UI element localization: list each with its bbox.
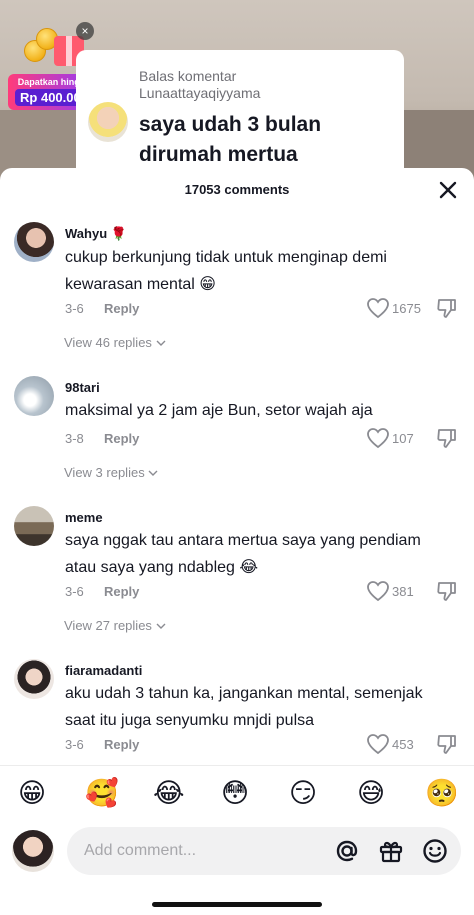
- avatar[interactable]: [14, 506, 54, 546]
- view-replies-label: View 27 replies: [64, 618, 152, 633]
- heart-icon[interactable]: [366, 297, 390, 319]
- comment-date: 3-6: [65, 301, 84, 316]
- heart-icon[interactable]: [366, 580, 390, 602]
- comment-text: aku udah 3 tahun ka, jangankan mental, s…: [65, 685, 423, 729]
- reply-card-header: Balas komentar: [139, 68, 237, 84]
- avatar[interactable]: [14, 376, 54, 416]
- emoji-hearts-button[interactable]: 🥰: [85, 778, 119, 808]
- comment-date: 3-6: [65, 584, 84, 599]
- reply-card-text: saya udah 3 bulan dirumah mertua: [139, 113, 322, 166]
- comment-input-placeholder: Add comment...: [84, 842, 197, 859]
- avatar: [12, 830, 54, 872]
- reply-button[interactable]: Reply: [104, 431, 139, 446]
- comment-username[interactable]: fiaramadanti: [65, 663, 142, 678]
- emoji-grin-button[interactable]: 😁: [18, 778, 46, 808]
- comment-username[interactable]: Wahyu 🌹: [65, 226, 127, 242]
- like-count: 107: [392, 431, 414, 446]
- home-indicator: [152, 902, 322, 907]
- heart-icon[interactable]: [366, 733, 390, 755]
- view-replies-label: View 3 replies: [64, 465, 145, 480]
- emoji-pleading-button[interactable]: 🥺: [425, 778, 459, 808]
- reply-card-avatar: [88, 102, 128, 142]
- at-icon[interactable]: [333, 837, 361, 865]
- heart-icon[interactable]: [366, 427, 390, 449]
- reply-button[interactable]: Reply: [104, 737, 139, 752]
- emoji-smirk-button[interactable]: 😏: [289, 778, 317, 808]
- reward-close-button[interactable]: ×: [76, 22, 94, 40]
- view-replies-button[interactable]: View 3 replies: [64, 465, 158, 480]
- like-count: 381: [392, 584, 414, 599]
- avatar[interactable]: [14, 222, 54, 262]
- view-replies-label: View 46 replies: [64, 335, 152, 350]
- comment-text: maksimal ya 2 jam aje Bun, setor wajah a…: [65, 402, 373, 419]
- thumbs-down-icon[interactable]: [436, 733, 458, 755]
- thumbs-down-icon[interactable]: [436, 297, 458, 319]
- avatar[interactable]: [14, 659, 54, 699]
- like-count: 1675: [392, 301, 421, 316]
- gift-icon[interactable]: [377, 837, 405, 865]
- thumbs-down-icon[interactable]: [436, 427, 458, 449]
- smiley-icon[interactable]: [421, 837, 449, 865]
- reply-card-username: Lunaattayaqiyyama: [139, 85, 261, 101]
- comment-date: 3-8: [65, 431, 84, 446]
- view-replies-button[interactable]: View 46 replies: [64, 335, 166, 350]
- comment-text: cukup berkunjung tidak untuk menginap de…: [65, 249, 387, 293]
- comment-input[interactable]: Add comment...: [67, 827, 461, 875]
- comments-count-title: 17053 comments: [184, 182, 290, 197]
- reply-button[interactable]: Reply: [104, 301, 139, 316]
- reply-button[interactable]: Reply: [104, 584, 139, 599]
- comment-input-row: Add comment...: [0, 824, 474, 884]
- chevron-down-icon: [156, 340, 166, 346]
- comment-date: 3-6: [65, 737, 84, 752]
- emoji-flushed-button[interactable]: 😳: [221, 778, 249, 808]
- comment-username[interactable]: meme: [65, 510, 103, 525]
- chevron-down-icon: [148, 470, 158, 476]
- comment-username[interactable]: 98tari: [65, 380, 100, 395]
- emoji-quick-bar: 😁 🥰 😂 😳 😏 😅 🥺: [0, 765, 474, 823]
- emoji-sweat-smile-button[interactable]: 😅: [357, 778, 385, 808]
- emoji-joy-button[interactable]: 😂: [153, 778, 185, 808]
- close-icon[interactable]: [436, 178, 460, 202]
- comment-text: saya nggak tau antara mertua saya yang p…: [65, 532, 421, 576]
- chevron-down-icon: [156, 623, 166, 629]
- like-count: 453: [392, 737, 414, 752]
- view-replies-button[interactable]: View 27 replies: [64, 618, 166, 633]
- gift-coins-icon: [24, 28, 84, 72]
- reply-comment-card: Balas komentar Lunaattayaqiyyama saya ud…: [76, 50, 404, 180]
- thumbs-down-icon[interactable]: [436, 580, 458, 602]
